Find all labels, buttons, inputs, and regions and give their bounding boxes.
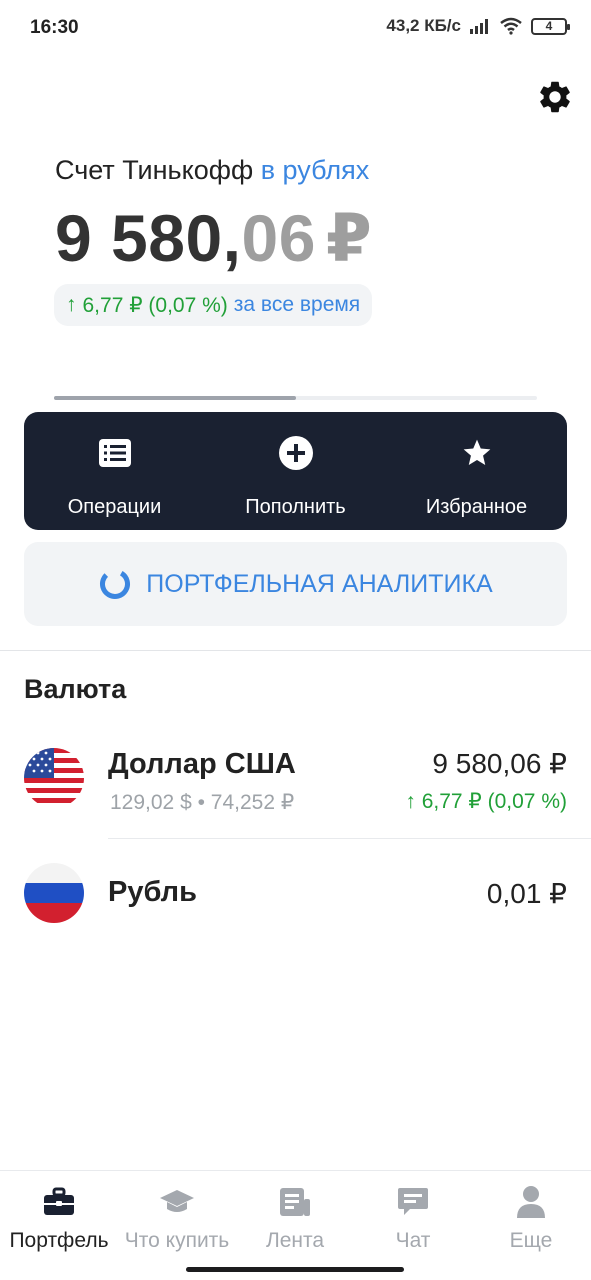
tab-portfolio[interactable]: Портфель xyxy=(0,1171,118,1280)
battery-icon: 4 xyxy=(531,17,570,35)
portfolio-analytics-label: ПОРТФЕЛЬНАЯ АНАЛИТИКА xyxy=(146,569,493,598)
bottom-tab-bar: Портфель Что купить Лента Чат Еще xyxy=(0,1170,591,1280)
currency-name: Доллар США xyxy=(108,748,296,780)
network-speed: 43,2 КБ/с xyxy=(386,16,461,35)
row-divider xyxy=(108,838,591,839)
star-icon xyxy=(463,439,490,465)
plus-circle-icon xyxy=(278,436,313,470)
operations-button[interactable]: Операции xyxy=(24,412,205,530)
signal-icon xyxy=(470,19,488,34)
home-indicator[interactable] xyxy=(186,1267,404,1272)
status-time: 16:30 xyxy=(30,17,79,38)
list-icon xyxy=(98,439,131,467)
tab-label: Чат xyxy=(395,1229,431,1252)
account-name: Счет Тинькофф xyxy=(55,155,254,185)
section-divider xyxy=(0,650,591,651)
tab-label: Еще xyxy=(509,1229,553,1252)
balance-cents: 06 xyxy=(241,201,316,275)
newspaper-icon xyxy=(280,1188,310,1216)
portfolio-analytics-button[interactable]: ПОРТФЕЛЬНАЯ АНАЛИТИКА xyxy=(24,542,567,626)
chat-icon xyxy=(398,1188,428,1215)
tab-label: Лента xyxy=(265,1229,325,1252)
currency-change: ↑ 6,77 ₽ (0,07 %) xyxy=(405,789,567,814)
tab-feed[interactable]: Лента xyxy=(236,1171,354,1280)
favorites-label: Избранное xyxy=(425,496,528,518)
account-currency-link[interactable]: в рублях xyxy=(261,155,370,185)
battery-level: 4 xyxy=(545,19,553,33)
tab-label: Что купить xyxy=(124,1229,230,1252)
arrow-up-icon: ↑ xyxy=(66,293,77,316)
gear-icon[interactable] xyxy=(536,78,574,116)
user-icon xyxy=(517,1186,545,1218)
graduation-cap-icon xyxy=(160,1190,194,1212)
currency-name: Рубль xyxy=(108,876,197,908)
currency-row-rub[interactable]: Рубль 0,01 ₽ xyxy=(0,848,591,944)
topup-button[interactable]: Пополнить xyxy=(205,412,386,530)
donut-chart-icon xyxy=(100,569,131,599)
currency-sub: 129,02 $ • 74,252 ₽ xyxy=(110,791,295,814)
us-flag-icon xyxy=(24,748,84,808)
action-panel: Операции Пополнить Избранное xyxy=(24,412,567,530)
currency-amount: 0,01 ₽ xyxy=(486,878,567,909)
balance-currency: ₽ xyxy=(325,201,373,275)
account-title: Счет Тинькофф в рублях xyxy=(55,155,369,186)
arrow-up-icon: ↑ xyxy=(405,790,416,813)
tab-chat[interactable]: Чат xyxy=(354,1171,472,1280)
currency-row-usd[interactable]: Доллар США 129,02 $ • 74,252 ₽ 9 580,06 … xyxy=(0,734,591,839)
topup-label: Пополнить xyxy=(245,496,346,518)
status-right: 43,2 КБ/с 4 xyxy=(386,16,570,36)
balance-amount: 9 580,06 ₽ xyxy=(55,200,372,277)
briefcase-icon xyxy=(44,1187,74,1215)
carousel-progress xyxy=(54,396,537,400)
operations-label: Операции xyxy=(67,496,162,518)
wifi-icon xyxy=(500,17,522,35)
favorites-button[interactable]: Избранное xyxy=(386,412,567,530)
balance-change-pill[interactable]: ↑ 6,77 ₽ (0,07 %) за все время xyxy=(54,284,373,326)
tab-what-to-buy[interactable]: Что купить xyxy=(118,1171,236,1280)
balance-change-value: 6,77 ₽ (0,07 %) xyxy=(82,293,228,317)
change-period-link[interactable]: за все время xyxy=(234,293,360,317)
ru-flag-icon xyxy=(24,863,84,923)
currency-amount: 9 580,06 ₽ xyxy=(432,748,567,779)
tab-more[interactable]: Еще xyxy=(472,1171,590,1280)
currency-change-value: 6,77 ₽ (0,07 %) xyxy=(421,790,567,813)
tab-label: Портфель xyxy=(9,1229,109,1252)
section-title: Валюта xyxy=(24,674,127,704)
carousel-progress-fill xyxy=(54,396,296,400)
status-bar: 16:30 43,2 КБ/с 4 xyxy=(0,0,591,56)
balance-int: 9 580, xyxy=(55,201,242,275)
